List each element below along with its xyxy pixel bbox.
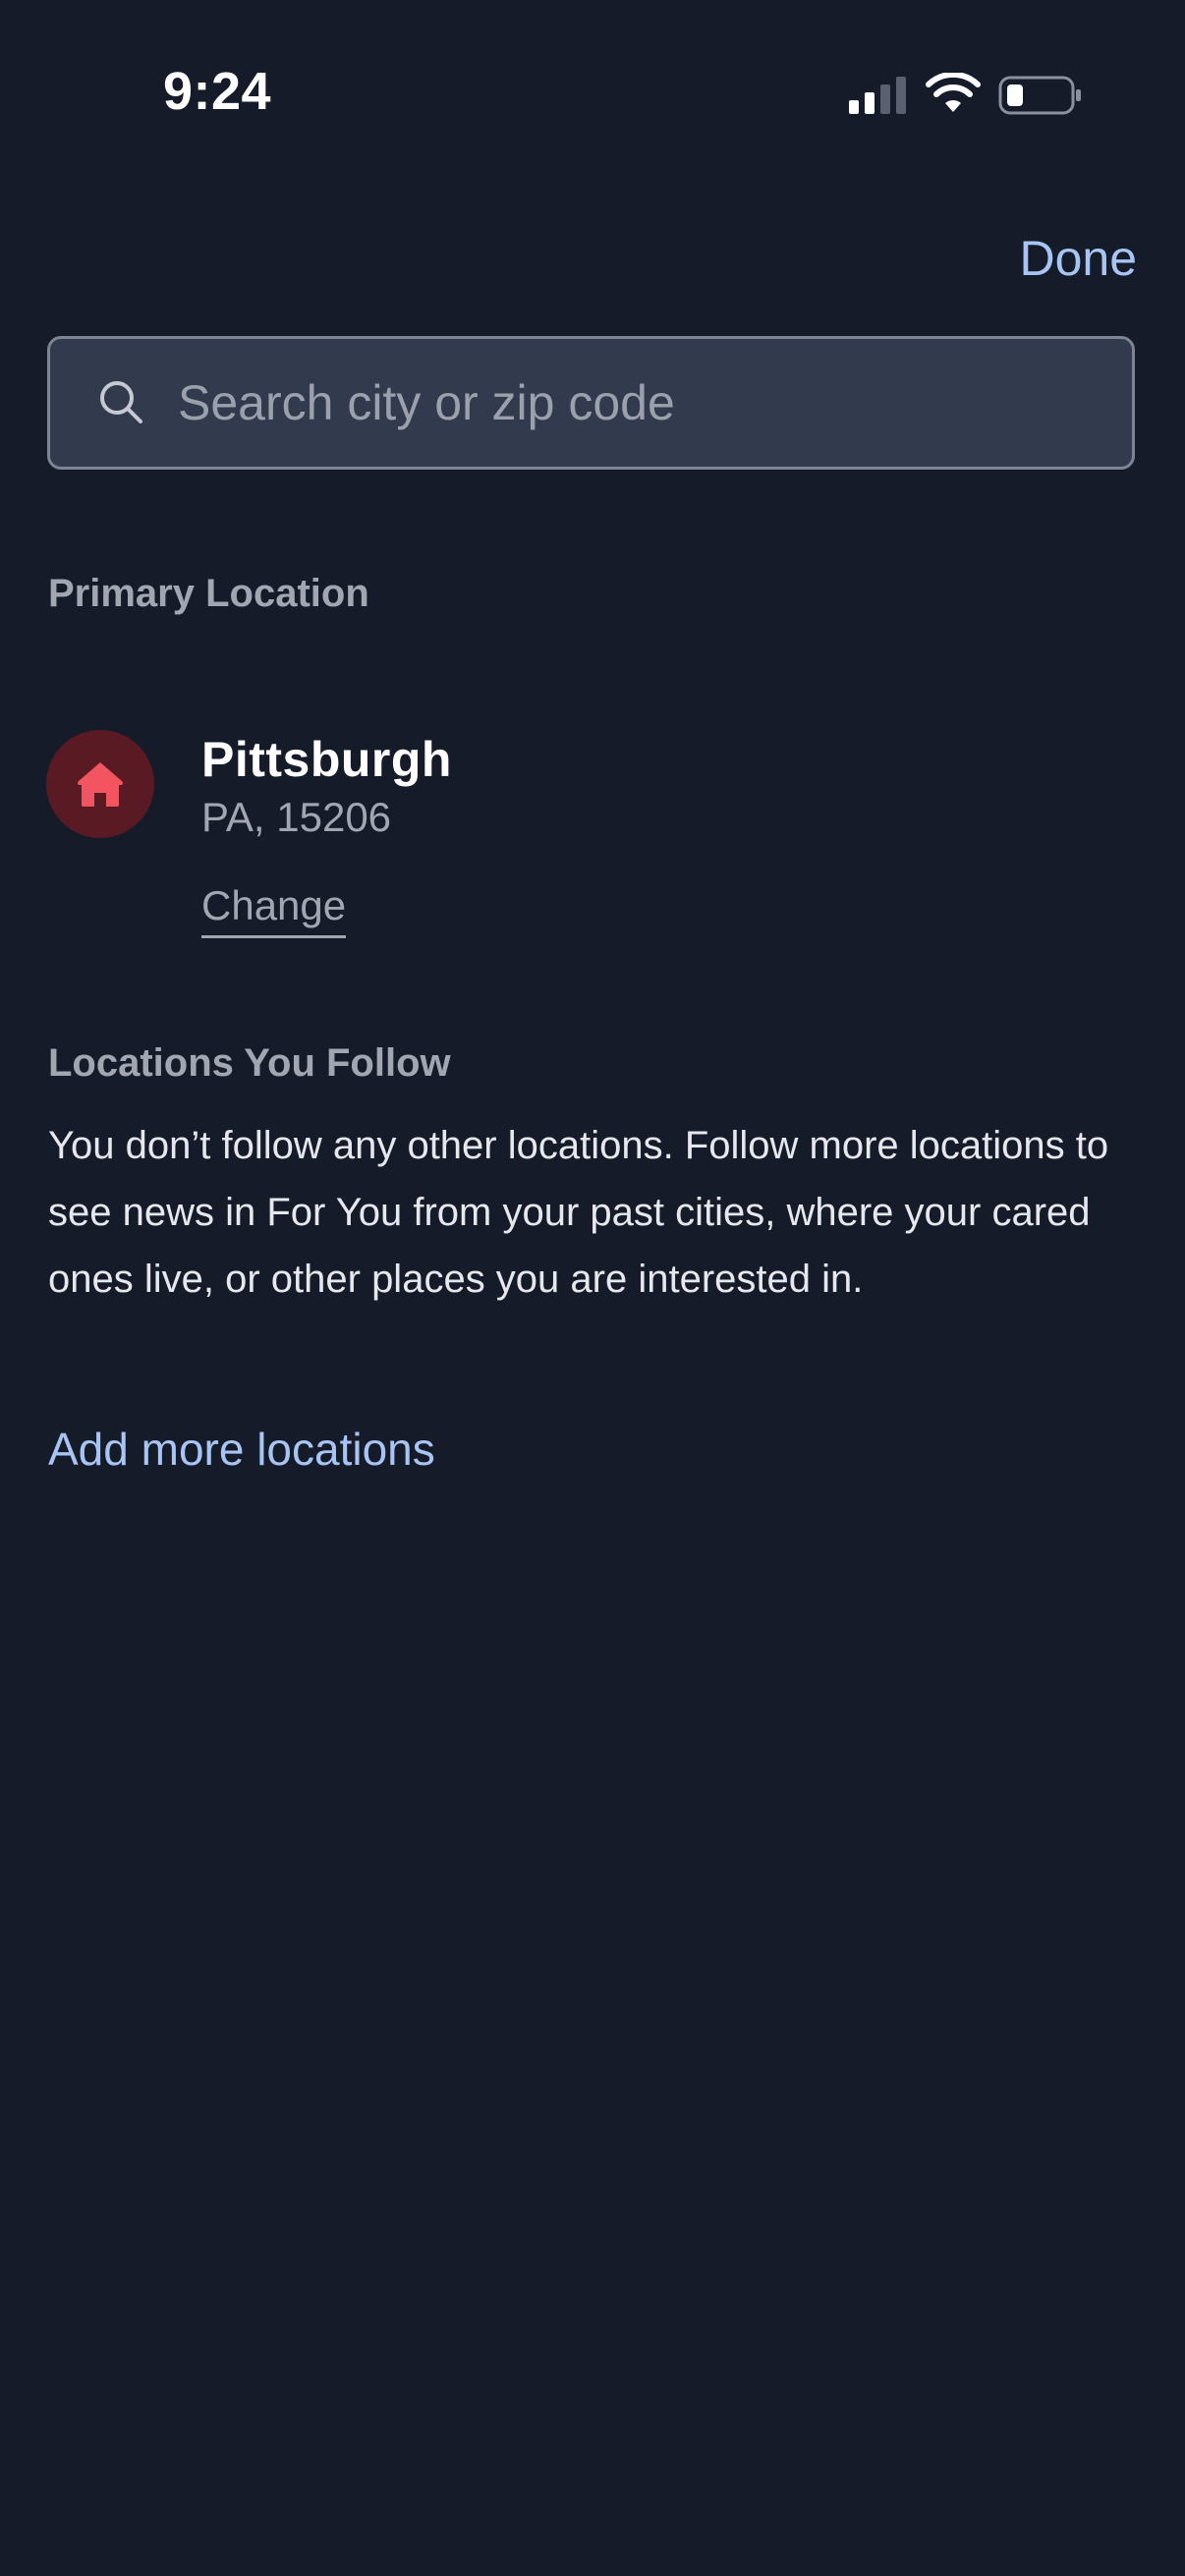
home-badge: [46, 730, 154, 838]
change-location-link[interactable]: Change: [201, 882, 347, 938]
search-bar[interactable]: [47, 336, 1135, 470]
primary-location-detail: PA, 15206: [201, 794, 392, 840]
search-icon: [100, 381, 142, 423]
cellular-signal-icon: [849, 77, 906, 114]
wifi-icon: [926, 73, 981, 112]
followed-locations-heading: Locations You Follow: [48, 1041, 451, 1085]
primary-location-city: Pittsburgh: [201, 732, 452, 787]
followed-locations-empty-message: You don’t follow any other locations. Fo…: [48, 1124, 1109, 1301]
primary-location-heading: Primary Location: [48, 572, 369, 615]
battery-icon: [998, 76, 1081, 115]
add-more-locations-link[interactable]: Add more locations: [48, 1423, 435, 1476]
done-button[interactable]: Done: [1019, 230, 1137, 287]
search-input[interactable]: [178, 339, 1101, 467]
home-icon: [78, 762, 123, 807]
status-bar: 9:24: [0, 0, 1185, 187]
status-time: 9:24: [163, 62, 272, 121]
